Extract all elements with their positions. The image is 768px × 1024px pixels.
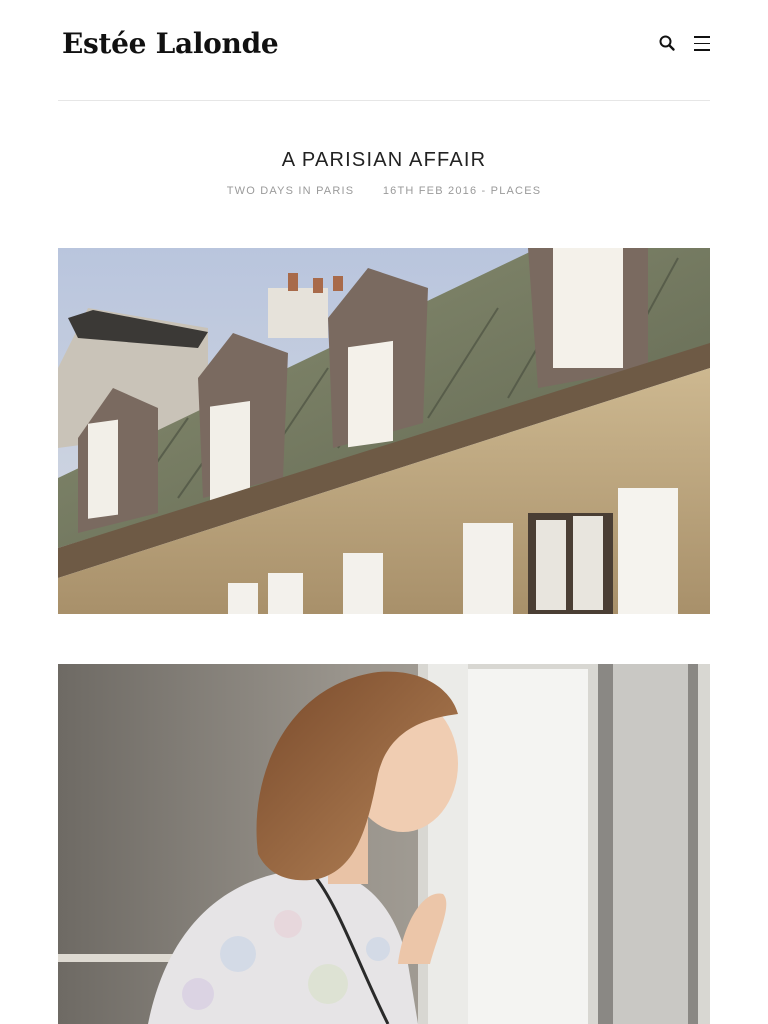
post-date-category[interactable]: 16TH FEB 2016 - PLACES bbox=[383, 185, 541, 197]
search-button[interactable] bbox=[658, 34, 678, 54]
search-icon bbox=[659, 35, 675, 51]
post-subtitle: TWO DAYS IN PARIS bbox=[226, 185, 355, 197]
post-meta: TWO DAYS IN PARIS 16TH FEB 2016 - PLACES bbox=[0, 185, 768, 197]
hamburger-menu-icon bbox=[694, 36, 710, 51]
post-title: A PARISIAN AFFAIR bbox=[281, 149, 487, 171]
site-header: Estée Lalonde bbox=[58, 0, 710, 101]
rooftops-photo[interactable] bbox=[58, 248, 710, 614]
woman-window-photo[interactable] bbox=[58, 664, 710, 1024]
site-logo[interactable]: Estée Lalonde bbox=[62, 27, 279, 60]
menu-button[interactable] bbox=[694, 36, 710, 52]
